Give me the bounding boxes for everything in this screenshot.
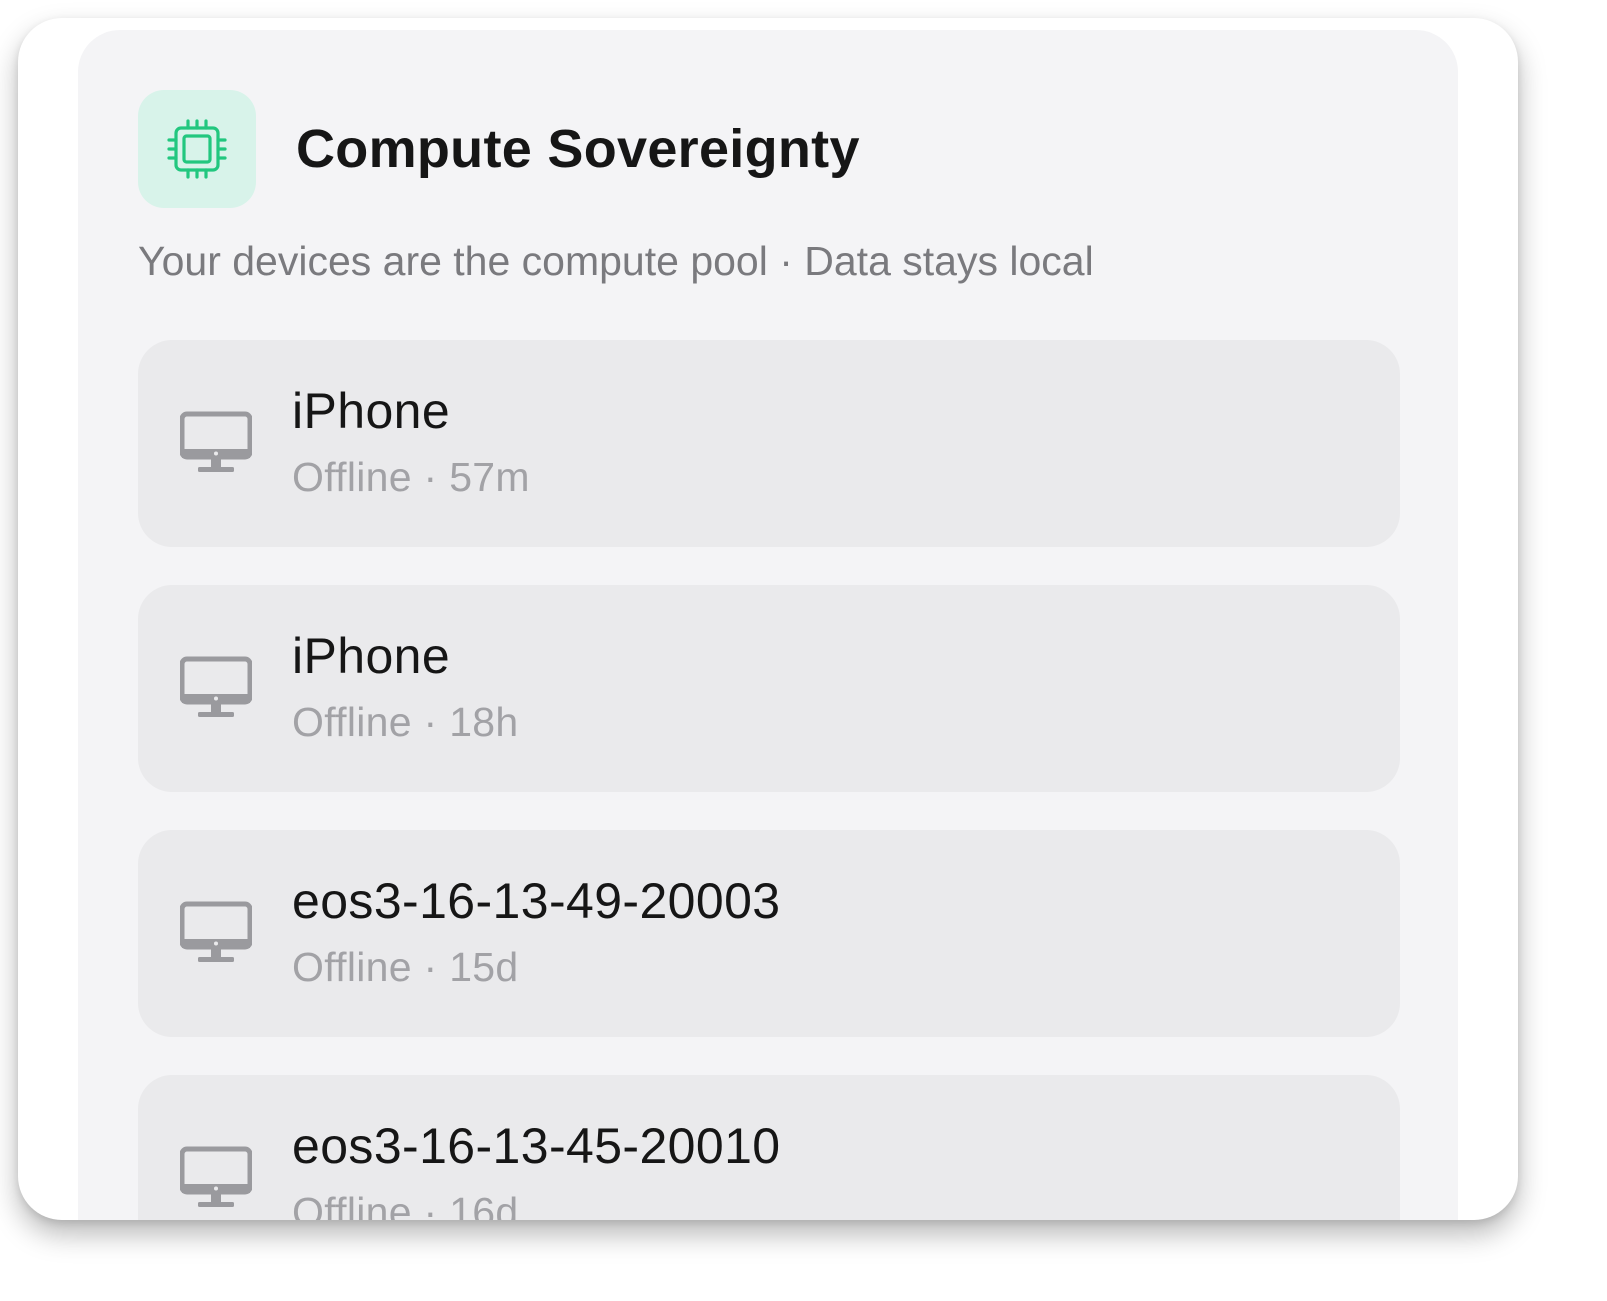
device-row[interactable]: eos3-16-13-45-20010 Offline · 16d (138, 1075, 1400, 1220)
device-row[interactable]: iPhone Offline · 18h (138, 585, 1400, 792)
device-list: iPhone Offline · 57m iPhone Offline · 18… (138, 340, 1400, 1220)
device-status: Offline · 16d (292, 1189, 519, 1220)
device-status: Offline · 18h (292, 699, 519, 745)
device-name: eos3-16-13-49-20003 (292, 873, 781, 929)
device-name: eos3-16-13-45-20010 (292, 1118, 781, 1174)
device-status: Offline · 57m (292, 454, 530, 500)
desktop-computer-icon (180, 901, 252, 962)
desktop-computer-icon (180, 1146, 252, 1207)
card-subtitle: Your devices are the compute pool · Data… (138, 238, 1094, 284)
device-row[interactable]: iPhone Offline · 57m (138, 340, 1400, 547)
desktop-computer-icon (180, 411, 252, 472)
card-title: Compute Sovereignty (296, 119, 860, 179)
device-name: iPhone (292, 383, 451, 439)
device-name: iPhone (292, 628, 451, 684)
desktop-computer-icon (180, 656, 252, 717)
cpu-chip-icon (167, 119, 227, 179)
device-status: Offline · 15d (292, 944, 519, 990)
app-window: Compute Sovereignty Your devices are the… (18, 18, 1518, 1220)
card-header: Compute Sovereignty (138, 90, 860, 208)
compute-sovereignty-card: Compute Sovereignty Your devices are the… (78, 30, 1458, 1220)
chip-icon-badge (138, 90, 256, 208)
device-row[interactable]: eos3-16-13-49-20003 Offline · 15d (138, 830, 1400, 1037)
